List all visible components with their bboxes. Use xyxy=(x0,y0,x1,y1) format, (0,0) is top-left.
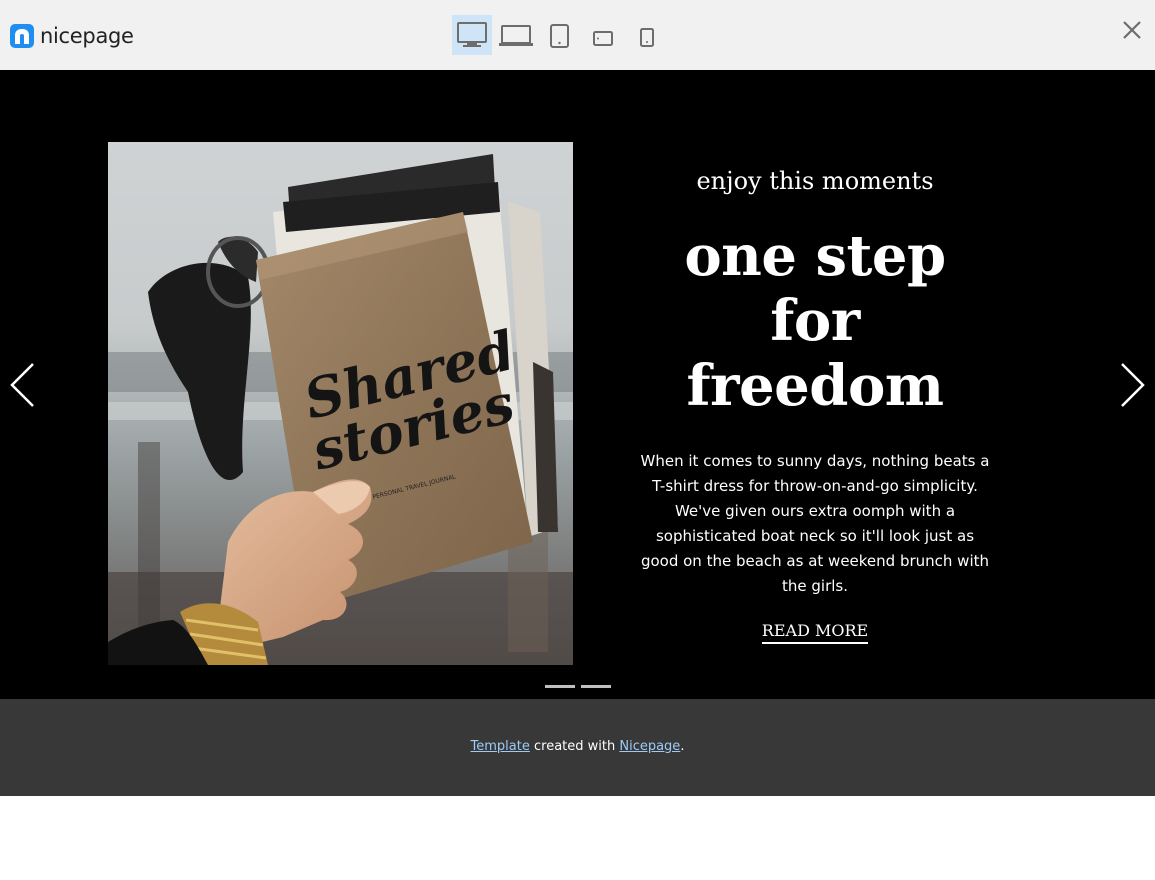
headline-line-2: for xyxy=(770,288,860,354)
close-icon xyxy=(1123,21,1141,39)
desktop-icon xyxy=(457,22,487,47)
nicepage-logo[interactable]: nicepage xyxy=(10,24,134,48)
logo-text: nicepage xyxy=(40,24,134,48)
close-button[interactable] xyxy=(1118,17,1146,43)
device-phone-button[interactable] xyxy=(627,15,667,55)
read-more-button[interactable]: READ MORE xyxy=(761,621,869,644)
tablet-landscape-icon xyxy=(593,31,613,46)
slide-description: When it comes to sunny days, nothing bea… xyxy=(640,452,990,595)
footer: Template created with Nicepage. xyxy=(0,699,1155,796)
hero-slider: Shared stories PERSONAL TRAVEL JOURNAL e… xyxy=(0,70,1155,699)
slide-indicator-1[interactable] xyxy=(545,685,575,688)
slide-headline: one step for freedom xyxy=(630,224,1000,419)
slide-indicator-2[interactable] xyxy=(581,685,611,688)
journal-photo: Shared stories PERSONAL TRAVEL JOURNAL xyxy=(108,142,573,665)
footer-middle-text: created with xyxy=(529,739,620,754)
footer-end-text: . xyxy=(680,739,685,754)
footer-credit: Template created with Nicepage. xyxy=(0,739,1155,754)
template-link[interactable]: Template xyxy=(471,739,530,754)
device-laptop-button[interactable] xyxy=(496,15,536,55)
device-tablet-button[interactable] xyxy=(540,15,580,55)
previous-slide-button[interactable] xyxy=(8,360,38,410)
slide-photo: Shared stories PERSONAL TRAVEL JOURNAL xyxy=(108,142,573,665)
slide-subtitle: enjoy this moments xyxy=(696,167,934,195)
tablet-icon xyxy=(550,24,569,48)
next-slide-button[interactable] xyxy=(1117,360,1147,410)
preview-toolbar: nicepage xyxy=(0,0,1155,70)
laptop-icon xyxy=(499,25,533,46)
headline-line-3: freedom xyxy=(686,353,944,419)
chevron-right-icon xyxy=(1121,363,1145,407)
headline-line-1: one step xyxy=(684,223,946,289)
slide-content: enjoy this moments one step for freedom … xyxy=(630,166,1000,644)
device-desktop-button[interactable] xyxy=(452,15,492,55)
chevron-left-icon xyxy=(10,363,34,407)
phone-icon xyxy=(640,28,654,47)
nicepage-logo-icon xyxy=(10,24,34,48)
device-tablet-landscape-button[interactable] xyxy=(583,15,623,55)
nicepage-link[interactable]: Nicepage xyxy=(619,739,680,754)
